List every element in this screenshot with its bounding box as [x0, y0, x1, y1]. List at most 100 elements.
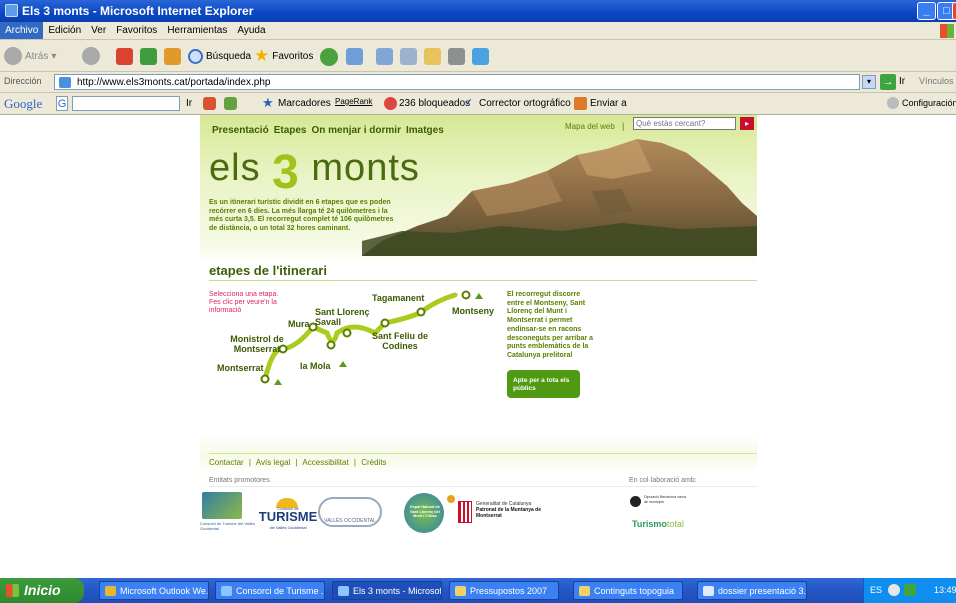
- blocked-label[interactable]: 236 bloqueados: [399, 98, 470, 109]
- consorci-text: Consorci de Turisme del Vallès Occidenta…: [200, 521, 255, 531]
- menu-edicion[interactable]: Edición: [43, 22, 86, 39]
- valles-logo[interactable]: VALLÈS OCCIDENTAL: [318, 497, 382, 527]
- messenger-icon[interactable]: [472, 48, 489, 65]
- google-g-icon[interactable]: G: [56, 96, 68, 111]
- stage-marker-sant-llorenc[interactable]: [342, 328, 352, 338]
- media-icon[interactable]: [320, 48, 338, 66]
- tray-icon[interactable]: [888, 584, 900, 596]
- address-input[interactable]: http://www.els3monts.cat/portada/index.p…: [54, 74, 860, 90]
- home-button[interactable]: [164, 48, 181, 65]
- menu-ayuda[interactable]: Ayuda: [232, 22, 270, 39]
- stage-marker-sant-feliu[interactable]: [380, 318, 390, 328]
- turisme-logo[interactable]: Consorci de TURISME del Vallès Occidenta…: [258, 498, 318, 533]
- stage-marker-la-mola[interactable]: [326, 340, 336, 350]
- google-search-input[interactable]: [72, 96, 180, 111]
- footer-accessibilitat[interactable]: Accessibilitat: [302, 458, 348, 467]
- turismo-total-logo[interactable]: Turismototal: [632, 519, 684, 529]
- menu-archivo[interactable]: Archivo: [0, 22, 44, 39]
- links-label[interactable]: Vínculos: [919, 76, 954, 86]
- back-button[interactable]: Atrás ▾: [4, 45, 56, 67]
- stage-label-mura[interactable]: Mura: [288, 319, 310, 329]
- nav-etapes[interactable]: Etapes: [274, 125, 307, 136]
- diputacio-logo[interactable]: Diputació Barcelona xarxa de municipis: [630, 495, 690, 517]
- research-icon[interactable]: [448, 48, 465, 65]
- valles-text: VALLÈS OCCIDENTAL: [324, 518, 376, 524]
- forward-button[interactable]: [82, 47, 100, 65]
- collab-label: En col·laboració amb:: [629, 477, 697, 484]
- task-pressupostos[interactable]: Pressupostos 2007: [449, 581, 559, 600]
- history-icon[interactable]: [346, 48, 363, 65]
- google-pagerank-icon[interactable]: [224, 97, 237, 110]
- go-label[interactable]: Ir: [899, 76, 905, 87]
- stop-button[interactable]: [116, 48, 133, 65]
- task-label: Microsoft Outlook We...: [120, 586, 209, 596]
- task-continguts[interactable]: Continguts topoguia: [573, 581, 683, 600]
- back-arrow-icon: [4, 47, 22, 65]
- stage-label-sant-feliu[interactable]: Sant Feliu de Codines: [370, 331, 430, 351]
- stage-marker-montserrat[interactable]: [260, 374, 270, 384]
- stage-label-tagamanent[interactable]: Tagamanent: [372, 293, 424, 303]
- print-icon[interactable]: [400, 48, 417, 65]
- google-go-label[interactable]: Ir: [186, 98, 192, 109]
- mail-icon[interactable]: [376, 48, 393, 65]
- outlook-icon: [105, 586, 116, 596]
- task-els3monts[interactable]: Els 3 monts - Microsof...: [332, 581, 442, 600]
- stage-marker-montseny[interactable]: [461, 290, 471, 300]
- address-dropdown-icon[interactable]: ▾: [862, 75, 876, 89]
- menu-herramientas[interactable]: Herramientas: [162, 22, 232, 39]
- windows-logo-icon: [940, 24, 954, 38]
- search-button[interactable]: Búsqueda: [188, 45, 251, 67]
- consorci-logo[interactable]: Consorci de Turisme del Vallès Occidenta…: [200, 492, 255, 537]
- nav-presentacio[interactable]: Presentació: [212, 125, 269, 136]
- task-dossier[interactable]: dossier presentació 3...: [697, 581, 807, 600]
- task-consorci[interactable]: Consorci de Turisme ...: [215, 581, 325, 600]
- edit-icon[interactable]: [424, 48, 441, 65]
- badge-text: Apte per a tota els públics: [513, 377, 570, 392]
- menu-ver[interactable]: Ver: [86, 22, 111, 39]
- stage-marker-tagamanent[interactable]: [416, 307, 426, 317]
- site-search-input[interactable]: [633, 117, 736, 130]
- stage-label-la-mola[interactable]: la Mola: [300, 361, 331, 371]
- send-label[interactable]: Enviar a: [590, 98, 627, 109]
- start-button[interactable]: Inicio: [0, 578, 84, 603]
- google-logo: Google: [4, 96, 43, 111]
- tray-icon[interactable]: [904, 584, 916, 596]
- google-news-icon[interactable]: [203, 97, 216, 110]
- page-viewport: Presentació Etapes On menjar i dormir Imatg…: [0, 115, 956, 578]
- stage-label-montseny[interactable]: Montseny: [452, 306, 494, 316]
- promoters-label: Entitats promotores: [209, 477, 270, 484]
- promoters-underline: [209, 486, 757, 487]
- refresh-button[interactable]: [140, 48, 157, 65]
- settings-label[interactable]: Configuración: [902, 98, 956, 108]
- ie-icon: [338, 586, 349, 596]
- search-submit-button[interactable]: ▸: [740, 117, 754, 130]
- close-button[interactable]: [952, 2, 956, 20]
- turismo-text: Turismo: [632, 519, 667, 529]
- menu-favoritos[interactable]: Favoritos: [111, 22, 162, 39]
- spellcheck-label[interactable]: Corrector ortográfico: [479, 98, 571, 109]
- pagerank-label[interactable]: PageRank: [335, 97, 372, 106]
- footer-avis-legal[interactable]: Avís legal: [256, 458, 291, 467]
- go-arrow-icon[interactable]: →: [880, 74, 896, 90]
- minimize-button[interactable]: _: [917, 2, 936, 20]
- generalitat-logo[interactable]: Generalitat de Catalunya Patronat de la …: [458, 501, 558, 527]
- stage-label-monistrol[interactable]: Monistrol de Montserrat: [222, 334, 292, 354]
- stage-label-sant-llorenc[interactable]: Sant Llorenç Savall: [315, 307, 375, 327]
- footer-credits[interactable]: Crèdits: [361, 458, 386, 467]
- sitemap-link[interactable]: Mapa del web: [565, 122, 615, 131]
- address-bar: Dirección http://www.els3monts.cat/porta…: [0, 72, 956, 93]
- espai-dot: [447, 495, 455, 503]
- espai-natural-logo[interactable]: Espai Natural de Sant Llorenç del Munt i…: [404, 493, 455, 535]
- language-indicator[interactable]: ES: [870, 585, 882, 595]
- stage-label-montserrat[interactable]: Montserrat: [217, 363, 264, 373]
- task-outlook[interactable]: Microsoft Outlook We...: [99, 581, 209, 600]
- bookmarks-label[interactable]: Marcadores: [278, 98, 331, 109]
- google-toolbar: Google G Ir ★ Marcadores PageRank 236 bl…: [0, 93, 956, 115]
- peak-icon: [339, 361, 347, 367]
- task-label: Els 3 monts - Microsof...: [353, 586, 442, 596]
- favorites-label: Favoritos: [272, 50, 314, 62]
- accessibility-badge[interactable]: Apte per a tota els públics: [507, 370, 580, 398]
- footer-contactar[interactable]: Contactar: [209, 458, 244, 467]
- favorites-button[interactable]: ★ Favoritos: [254, 45, 313, 67]
- document-icon: [703, 586, 714, 596]
